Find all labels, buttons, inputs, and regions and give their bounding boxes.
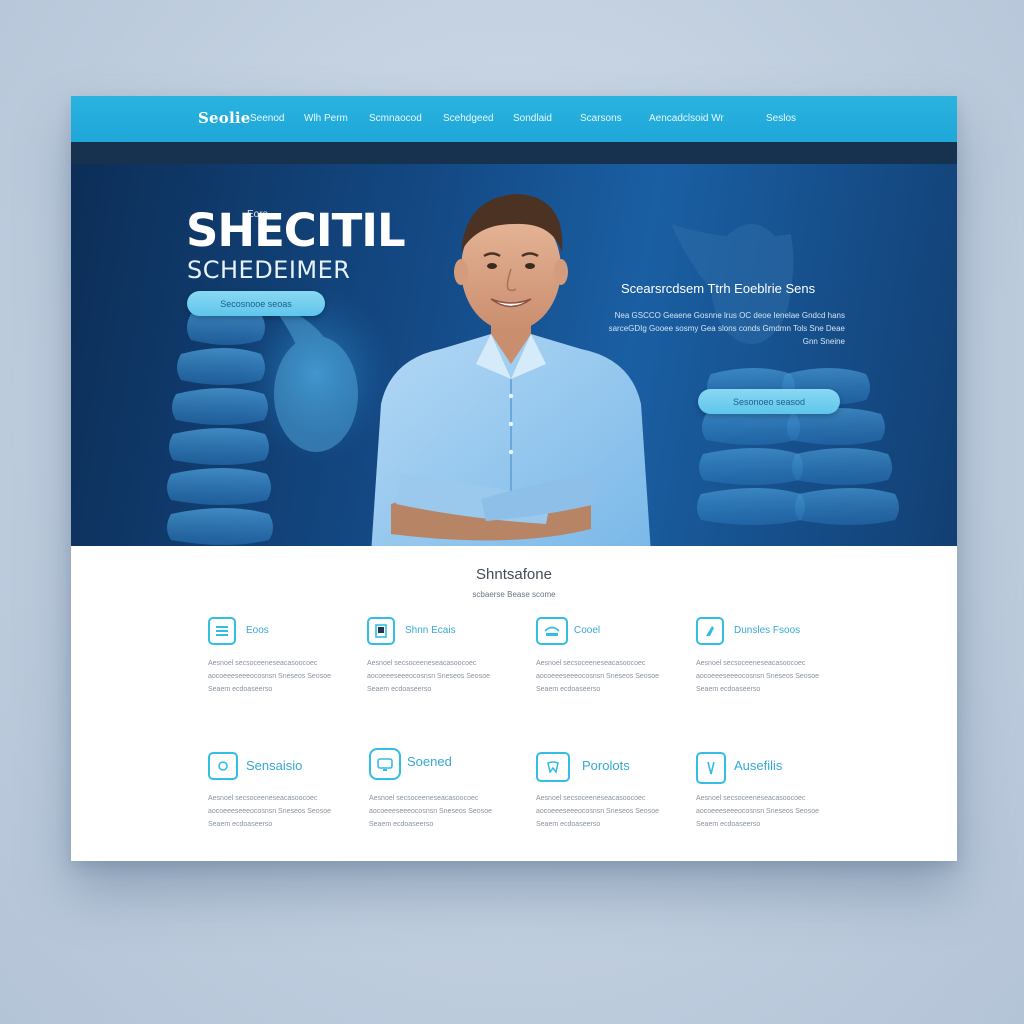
service-card-text: Aesnoel secsoceeneseacasoocoec aocoeeese… <box>536 795 659 828</box>
document-icon <box>367 617 395 645</box>
top-nav: Seolie Seenod Wlh Perm Scmnaocod Scehdge… <box>71 96 957 142</box>
service-card-title: Porolots <box>582 758 630 773</box>
service-card-title: Ausefilis <box>734 758 783 773</box>
service-card-text: Aesnoel secsoceeneseacasoocoec aocoeeese… <box>696 660 819 693</box>
service-card-title: Eoos <box>246 625 269 636</box>
service-card-text: Aesnoel secsoceeneseacasoocoec aocoeeese… <box>208 795 331 828</box>
services-subtitle: scbaerse Bease scome <box>472 590 556 599</box>
tray-icon <box>536 617 568 645</box>
monitor-icon <box>208 752 238 780</box>
webpage-mockup: Seolie Seenod Wlh Perm Scmnaocod Scehdge… <box>71 96 957 861</box>
hero-section: Eoro SHECITIL SCHEDEIMER Secosnooe seoas <box>71 164 957 546</box>
hand-icon <box>696 617 724 645</box>
service-card[interactable]: Ausefilis Aesnoel secsoceeneseacasoocoec… <box>696 752 866 861</box>
service-card-title: Cooel <box>574 625 601 636</box>
service-card-title: Soened <box>407 754 452 769</box>
service-card[interactable]: Eoos Aesnoel secsoceeneseacasoocoec aoco… <box>208 617 378 727</box>
service-card-title: Sensaisio <box>246 758 303 773</box>
hero-cta-button[interactable]: Secosnooe seoas <box>187 291 325 316</box>
list-icon <box>208 617 236 645</box>
service-card[interactable]: Dunsles Fsoos Aesnoel secsoceeneseacasoo… <box>696 617 866 727</box>
hero-side-text: Nea GSCCO Geaene Gosnne lrus OC deoe Ien… <box>608 311 845 346</box>
service-card[interactable]: Porolots Aesnoel secsoceeneseacasoocoec … <box>536 752 706 861</box>
doctor-photo <box>371 194 651 546</box>
tooth-icon <box>536 752 570 782</box>
screen-icon <box>369 748 401 780</box>
nav-link-6[interactable]: Scarsons <box>580 113 622 124</box>
hero-top-band <box>71 142 957 164</box>
service-card[interactable]: Sensaisio Aesnoel secsoceeneseacasoocoec… <box>208 752 378 861</box>
services-title: Shntsafone <box>476 566 552 583</box>
service-card-text: Aesnoel secsoceeneseacasoocoec aocoeeese… <box>369 795 492 828</box>
nav-link-3[interactable]: Scmnaocod <box>369 113 422 124</box>
service-card[interactable]: Soened Aesnoel secsoceeneseacasoocoec ao… <box>369 748 539 858</box>
nav-link-7[interactable]: Aencadclsoid Wr <box>649 113 724 124</box>
service-card-text: Aesnoel secsoceeneseacasoocoec aocoeeese… <box>696 795 819 828</box>
nav-link-4[interactable]: Scehdgeed <box>443 113 494 124</box>
service-card[interactable]: Shnn Ecais Aesnoel secsoceeneseacasoocoe… <box>367 617 537 727</box>
tool-icon <box>696 752 726 784</box>
service-card-title: Shnn Ecais <box>405 625 456 636</box>
service-card-text: Aesnoel secsoceeneseacasoocoec aocoeeese… <box>367 660 490 693</box>
hero-side-heading: Scearsrcdsem Ttrh Eoeblrie Sens <box>621 281 816 296</box>
service-card-text: Aesnoel secsoceeneseacasoocoec aocoeeese… <box>536 660 659 693</box>
service-card[interactable]: Cooel Aesnoel secsoceeneseacasoocoec aoc… <box>536 617 706 727</box>
hero-secondary-button[interactable]: Sesonoeo seasod <box>698 389 840 414</box>
service-card-text: Aesnoel secsoceeneseacasoocoec aocoeeese… <box>208 660 331 693</box>
nav-link-8[interactable]: Seslos <box>766 113 796 124</box>
site-logo[interactable]: Seolie <box>198 109 251 127</box>
service-card-title: Dunsles Fsoos <box>734 625 801 636</box>
hero-subtitle: SCHEDEIMER <box>187 256 351 284</box>
nav-link-1[interactable]: Seenod <box>250 113 284 124</box>
nav-link-2[interactable]: Wlh Perm <box>304 113 348 124</box>
nav-link-5[interactable]: Sondlaid <box>513 113 552 124</box>
